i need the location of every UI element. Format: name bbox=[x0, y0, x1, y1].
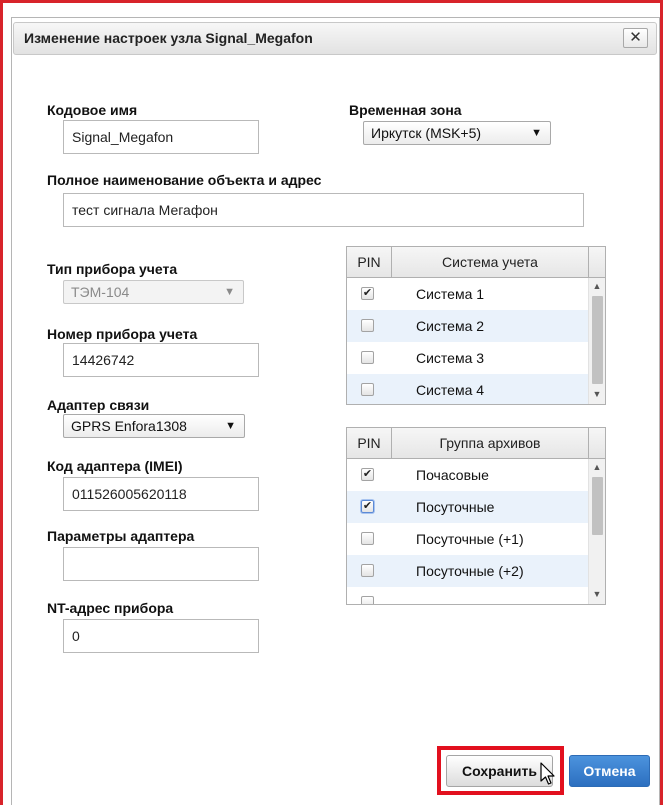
scroll-down-icon[interactable]: ▼ bbox=[589, 386, 605, 402]
device-type-label: Тип прибора учета bbox=[47, 261, 178, 277]
archive-name: Посуточные bbox=[416, 499, 495, 515]
adapter-label: Адаптер связи bbox=[47, 397, 150, 413]
pin-checkbox[interactable] bbox=[361, 564, 374, 577]
scroll-down-icon[interactable]: ▼ bbox=[589, 586, 605, 602]
adapter-select[interactable]: GPRS Enfora1308 ▼ bbox=[63, 414, 245, 438]
nt-address-input[interactable] bbox=[63, 619, 259, 653]
adapter-code-label: Код адаптера (IMEI) bbox=[47, 458, 183, 474]
full-name-label: Полное наименование объекта и адрес bbox=[47, 172, 322, 188]
timezone-label: Временная зона bbox=[349, 102, 462, 118]
code-name-label: Кодовое имя bbox=[47, 102, 138, 118]
archive-name: Почасовые bbox=[416, 467, 489, 483]
pin-checkbox[interactable]: ✔ bbox=[361, 287, 374, 300]
system-name: Система 1 bbox=[416, 286, 485, 302]
device-type-select: ТЭМ-104 ▼ bbox=[63, 280, 244, 304]
device-number-input[interactable] bbox=[63, 343, 259, 377]
pin-checkbox[interactable] bbox=[361, 596, 374, 604]
system-name: Система 4 bbox=[416, 382, 485, 398]
dialog-title: Изменение настроек узла Signal_Megafon bbox=[24, 30, 313, 46]
pin-checkbox[interactable] bbox=[361, 351, 374, 364]
close-button[interactable]: ✕ bbox=[623, 28, 648, 48]
systems-col-pin: PIN bbox=[357, 254, 381, 270]
archives-row-partial[interactable] bbox=[347, 587, 588, 604]
systems-scrollbar[interactable]: ▲ ▼ bbox=[588, 278, 605, 404]
chevron-down-icon: ▼ bbox=[224, 286, 235, 298]
systems-row[interactable]: Система 4 bbox=[347, 374, 588, 404]
code-name-input[interactable] bbox=[63, 120, 259, 154]
scroll-thumb[interactable] bbox=[592, 296, 603, 384]
adapter-params-input[interactable] bbox=[63, 547, 259, 581]
archives-col-name: Группа архивов bbox=[439, 435, 541, 451]
archives-table: PIN Группа архивов ✔ Почасовые ✔ Посуточ… bbox=[346, 427, 606, 605]
adapter-params-label: Параметры адаптера bbox=[47, 528, 195, 544]
nt-address-label: NT-адрес прибора bbox=[47, 600, 174, 616]
archives-row[interactable]: ✔ Посуточные bbox=[347, 491, 588, 523]
system-name: Система 2 bbox=[416, 318, 485, 334]
systems-col-name: Система учета bbox=[442, 254, 538, 270]
archives-row[interactable]: Посуточные (+2) bbox=[347, 555, 588, 587]
pin-checkbox[interactable]: ✔ bbox=[361, 468, 374, 481]
mouse-cursor-icon bbox=[540, 762, 555, 785]
pin-checkbox[interactable] bbox=[361, 383, 374, 396]
pin-checkbox[interactable] bbox=[361, 532, 374, 545]
archive-name: Посуточные (+1) bbox=[416, 531, 524, 547]
chevron-down-icon: ▼ bbox=[531, 127, 542, 139]
systems-row[interactable]: Система 2 bbox=[347, 310, 588, 342]
systems-table-header: PIN Система учета bbox=[347, 247, 605, 278]
archive-name: Посуточные (+2) bbox=[416, 563, 524, 579]
archives-scrollbar[interactable]: ▲ ▼ bbox=[588, 459, 605, 604]
adapter-value: GPRS Enfora1308 bbox=[71, 418, 187, 434]
scroll-up-icon[interactable]: ▲ bbox=[589, 459, 605, 475]
systems-table: PIN Система учета ✔ Система 1 Система 2 … bbox=[346, 246, 606, 405]
adapter-code-input[interactable] bbox=[63, 477, 259, 511]
systems-row[interactable]: Система 3 bbox=[347, 342, 588, 374]
device-type-value: ТЭМ-104 bbox=[71, 284, 130, 300]
cancel-button[interactable]: Отмена bbox=[569, 755, 650, 787]
save-button[interactable]: Сохранить bbox=[446, 755, 553, 787]
pin-checkbox[interactable]: ✔ bbox=[361, 500, 374, 513]
archives-row[interactable]: Посуточные (+1) bbox=[347, 523, 588, 555]
pin-checkbox[interactable] bbox=[361, 319, 374, 332]
systems-row[interactable]: ✔ Система 1 bbox=[347, 278, 588, 310]
full-name-input[interactable] bbox=[63, 193, 584, 227]
device-number-label: Номер прибора учета bbox=[47, 326, 198, 342]
chevron-down-icon: ▼ bbox=[225, 420, 236, 432]
scroll-up-icon[interactable]: ▲ bbox=[589, 278, 605, 294]
archives-table-header: PIN Группа архивов bbox=[347, 428, 605, 459]
system-name: Система 3 bbox=[416, 350, 485, 366]
timezone-value: Иркутск (MSK+5) bbox=[371, 125, 482, 141]
timezone-select[interactable]: Иркутск (MSK+5) ▼ bbox=[363, 121, 551, 145]
archives-col-pin: PIN bbox=[357, 435, 381, 451]
scroll-thumb[interactable] bbox=[592, 477, 603, 535]
archives-row[interactable]: ✔ Почасовые bbox=[347, 459, 588, 491]
